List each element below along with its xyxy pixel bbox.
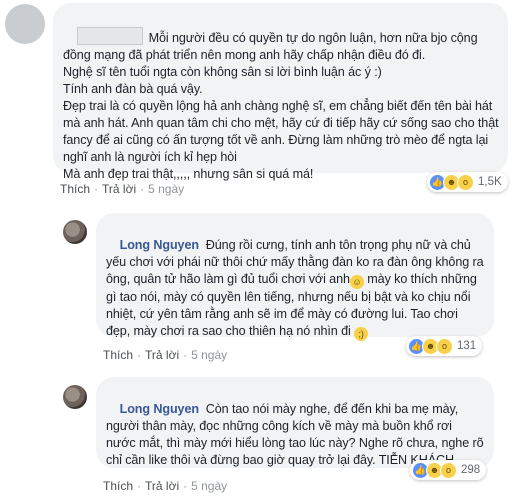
timestamp[interactable]: 5 ngày (191, 479, 227, 493)
reply-actions: Thích · Trả lời · 5 ngày (103, 348, 228, 362)
reaction-summary[interactable]: 👍 ☻ o 131 (406, 336, 483, 356)
like-link[interactable]: Thích (60, 182, 90, 196)
reaction-count: 131 (457, 340, 477, 352)
redacted-author-name[interactable] (76, 27, 143, 45)
like-link[interactable]: Thích (103, 479, 133, 493)
reply-bubble: Long Nguyen Còn tao nói mày nghe, để đến… (96, 377, 494, 468)
long-nguyen-avatar[interactable] (63, 220, 87, 244)
reply-bubble: Long Nguyen Đúng rồi cưng, tính anh tôn … (96, 213, 494, 341)
winking-emoji-icon: ;) (354, 327, 369, 341)
wow-icon: o (436, 337, 453, 355)
wow-icon: o (457, 173, 474, 191)
comment-bubble: Mỗi người đều có quyền tự do ngôn luận, … (53, 3, 508, 181)
author-name[interactable]: Long Nguyen (120, 238, 199, 252)
wow-icon: o (440, 461, 457, 479)
reply-actions: Thích · Trả lời · 5 ngày (103, 479, 228, 493)
comment-text: Mỗi người đều có quyền tự do ngôn luận, … (63, 31, 499, 181)
reply-link[interactable]: Trả lời (102, 182, 136, 196)
long-nguyen-avatar[interactable] (63, 385, 87, 409)
reaction-summary[interactable]: 👍 ☻ o 298 (410, 460, 487, 480)
reaction-summary[interactable]: 👍 ☻ o 1,5K (427, 172, 508, 192)
timestamp[interactable]: 5 ngày (191, 348, 227, 362)
slightly-smiling-emoji-icon: ☺ (349, 275, 364, 289)
author-name[interactable]: Long Nguyen (120, 402, 199, 416)
comment-actions: Thích · Trả lời · 5 ngày (60, 182, 185, 196)
reply-link[interactable]: Trả lời (145, 479, 179, 493)
reply-link[interactable]: Trả lời (145, 348, 179, 362)
commenter-avatar[interactable] (5, 4, 45, 44)
reaction-count: 298 (461, 464, 481, 476)
timestamp[interactable]: 5 ngày (148, 182, 184, 196)
reaction-count: 1,5K (478, 176, 502, 188)
like-link[interactable]: Thích (103, 348, 133, 362)
